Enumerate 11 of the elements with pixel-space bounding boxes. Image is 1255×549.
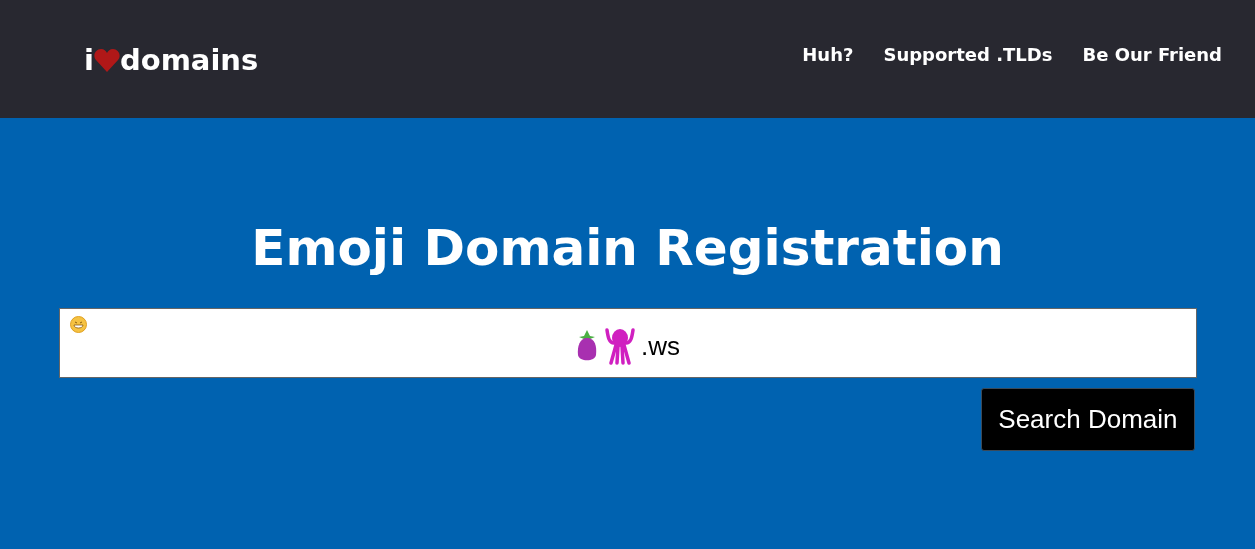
- smiley-icon[interactable]: [69, 316, 87, 333]
- nav-link[interactable]: Supported .TLDs: [883, 43, 1053, 65]
- logo-text: domains: [119, 43, 259, 77]
- domain-field[interactable]: .ws: [58, 308, 1197, 378]
- search-button[interactable]: Search Domain: [981, 388, 1195, 451]
- nav-link[interactable]: Huh?: [802, 43, 854, 65]
- page-title: Emoji Domain Registration: [251, 218, 1004, 279]
- logo-text: i: [84, 43, 94, 77]
- nav-link[interactable]: Be Our Friend: [1082, 43, 1222, 65]
- heart-icon: [93, 48, 120, 72]
- octopus-icon: [603, 327, 637, 365]
